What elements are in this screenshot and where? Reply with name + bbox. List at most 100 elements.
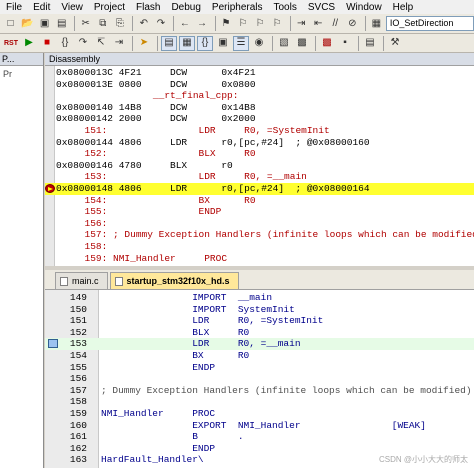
disassembly-line[interactable]: 153: LDR R0, =__main [45, 171, 474, 183]
editor-line[interactable]: 152 BLX R0 [45, 327, 474, 339]
disassembly-line[interactable]: 0x0800013C 4F21 DCW 0x4F21 [45, 67, 474, 79]
step-out-icon[interactable]: ↸ [93, 36, 109, 51]
project-pane: P... Pr [0, 53, 44, 468]
editor-line[interactable]: 151 LDR R0, =SystemInit [45, 315, 474, 327]
editor-line[interactable]: 150 IMPORT SystemInit [45, 304, 474, 316]
copy-icon[interactable]: ⧉ [95, 16, 110, 31]
open-file-icon[interactable]: 📂 [20, 16, 35, 31]
registers-window-icon[interactable]: ▣ [215, 36, 231, 51]
editor-line[interactable]: 160 EXPORT NMI_Handler [WEAK] [45, 420, 474, 432]
unindent-icon[interactable]: ⇤ [311, 16, 326, 31]
disassembly-line[interactable]: 0x0800013E 0800 DCW 0x0800 [45, 79, 474, 91]
disassembly-line[interactable]: 158: [45, 241, 474, 253]
menu-view[interactable]: View [61, 2, 83, 13]
serial-window-icon[interactable]: ▩ [294, 36, 310, 51]
disassembly-line[interactable]: 155: ENDP [45, 206, 474, 218]
disassembly-line[interactable]: 154: BX R0 [45, 195, 474, 207]
disassembly-line[interactable]: 159: NMI_Handler PROC [45, 253, 474, 265]
watch-window-icon[interactable]: ◉ [251, 36, 267, 51]
disassembly-line[interactable]: 152: BLX R0 [45, 148, 474, 160]
project-tree-item[interactable] [3, 164, 43, 176]
editor-line[interactable]: 159 NMI_Handler PROC [45, 408, 474, 420]
project-tree-item[interactable] [3, 80, 43, 92]
project-tree-item[interactable] [3, 104, 43, 116]
editor-line[interactable]: 156 [45, 373, 474, 385]
disassembly-line[interactable]: 151: LDR R0, =SystemInit [45, 125, 474, 137]
project-tree-item[interactable] [3, 140, 43, 152]
nav-forward-icon[interactable]: → [194, 16, 209, 31]
find-in-files-icon[interactable]: ▦ [369, 16, 384, 31]
disassembly-line[interactable]: 0x08000140 14B8 DCW 0x14B8 [45, 102, 474, 114]
prev-bookmark-icon[interactable]: ⚐ [236, 16, 251, 31]
bookmark-icon[interactable]: ⚑ [218, 16, 233, 31]
undo-icon[interactable]: ↶ [136, 16, 151, 31]
editor-line[interactable]: 149 IMPORT __main [45, 292, 474, 304]
editor-line[interactable]: 158 [45, 396, 474, 408]
editor-line[interactable]: 154 BX R0 [45, 350, 474, 362]
menu-peripherals[interactable]: Peripherals [212, 2, 263, 13]
step-into-icon[interactable]: {} [57, 36, 73, 51]
redo-icon[interactable]: ↷ [153, 16, 168, 31]
paste-icon[interactable]: ⎘ [112, 16, 127, 31]
project-tree-item[interactable] [3, 152, 43, 164]
editor-line[interactable]: 162 ENDP [45, 443, 474, 455]
call-stack-window-icon[interactable]: ☰ [233, 35, 249, 51]
disassembly-current-line[interactable]: 0x08000148 4806 LDR r0,[pc,#24] ; @0x080… [45, 182, 474, 195]
editor-tab[interactable]: startup_stm32f10x_hd.s [109, 272, 239, 289]
save-icon[interactable]: ▣ [37, 16, 52, 31]
toolbar-separator [157, 35, 158, 51]
disassembly-window[interactable]: 0x0800013C 4F21 DCW 0x4F21 0x0800013E 080… [45, 66, 474, 266]
run-icon[interactable]: ▶ [21, 36, 37, 51]
disassembly-line[interactable]: 157: ; Dummy Exception Handlers (infinit… [45, 229, 474, 241]
disassembly-line[interactable]: 0x08000144 4806 LDR r0,[pc,#24] ; @0x080… [45, 137, 474, 149]
menu-edit[interactable]: Edit [33, 2, 50, 13]
disassembly-line[interactable]: __rt_final_cpp: [45, 90, 474, 102]
uncomment-icon[interactable]: ⊘ [345, 16, 360, 31]
cut-icon[interactable]: ✂ [78, 16, 93, 31]
reset-icon[interactable]: RST [3, 36, 19, 51]
run-to-cursor-icon[interactable]: ⇥ [111, 36, 127, 51]
indent-icon[interactable]: ⇥ [294, 16, 309, 31]
editor-line[interactable]: 161 B . [45, 431, 474, 443]
menu-project[interactable]: Project [94, 2, 125, 13]
menu-flash[interactable]: Flash [136, 2, 160, 13]
source-editor[interactable]: 149 IMPORT __main 150 IMPORT SystemInit 15… [45, 290, 474, 468]
comment-icon[interactable]: // [328, 16, 343, 31]
disassembly-window-icon[interactable]: ▦ [179, 35, 195, 51]
next-bookmark-icon[interactable]: ⚐ [253, 16, 268, 31]
menu-file[interactable]: File [6, 2, 22, 13]
symbols-window-icon[interactable]: {} [197, 35, 213, 51]
disassembly-line-text: 0x08000148 4806 LDR r0,[pc,#24] ; @0x080… [56, 182, 370, 194]
menu-help[interactable]: Help [393, 2, 414, 13]
analysis-window-icon[interactable]: ▩ [319, 36, 335, 51]
disassembly-line[interactable]: 0x08000142 2000 DCW 0x2000 [45, 113, 474, 125]
clear-bookmarks-icon[interactable]: ⚐ [270, 16, 285, 31]
menu-debug[interactable]: Debug [171, 2, 200, 13]
code-text: ENDP [101, 361, 216, 373]
project-tree-item[interactable]: Pr [3, 68, 43, 80]
save-all-icon[interactable]: ▤ [54, 16, 69, 31]
disassembly-line[interactable]: 156: [45, 218, 474, 230]
memory-window-icon[interactable]: ▧ [276, 36, 292, 51]
editor-current-line[interactable]: 153 LDR R0, =__main [45, 338, 474, 350]
trace-window-icon[interactable]: ▪ [337, 36, 353, 51]
menu-window[interactable]: Window [346, 2, 382, 13]
menu-tools[interactable]: Tools [274, 2, 297, 13]
step-over-icon[interactable]: ↷ [75, 36, 91, 51]
command-window-icon[interactable]: ▤ [161, 35, 177, 51]
project-tree-item[interactable] [3, 116, 43, 128]
new-file-icon[interactable]: □ [3, 16, 18, 31]
project-tree-item[interactable] [3, 92, 43, 104]
stop-icon[interactable]: ■ [39, 36, 55, 51]
system-viewer-icon[interactable]: ▤ [362, 36, 378, 51]
show-next-statement-icon[interactable]: ➤ [136, 36, 152, 51]
disassembly-line[interactable]: 0x08000146 4780 BLX r0 [45, 160, 474, 172]
project-tree-item[interactable] [3, 128, 43, 140]
editor-line[interactable]: 155 ENDP [45, 362, 474, 374]
nav-back-icon[interactable]: ← [177, 16, 192, 31]
menu-svcs[interactable]: SVCS [308, 2, 335, 13]
editor-line[interactable]: 157 ; Dummy Exception Handlers (infinite … [45, 385, 474, 397]
function-search-input[interactable]: IO_SetDirection [385, 16, 474, 31]
editor-tab[interactable]: main.c [55, 272, 108, 289]
toolbox-icon[interactable]: ⚒ [387, 36, 403, 51]
